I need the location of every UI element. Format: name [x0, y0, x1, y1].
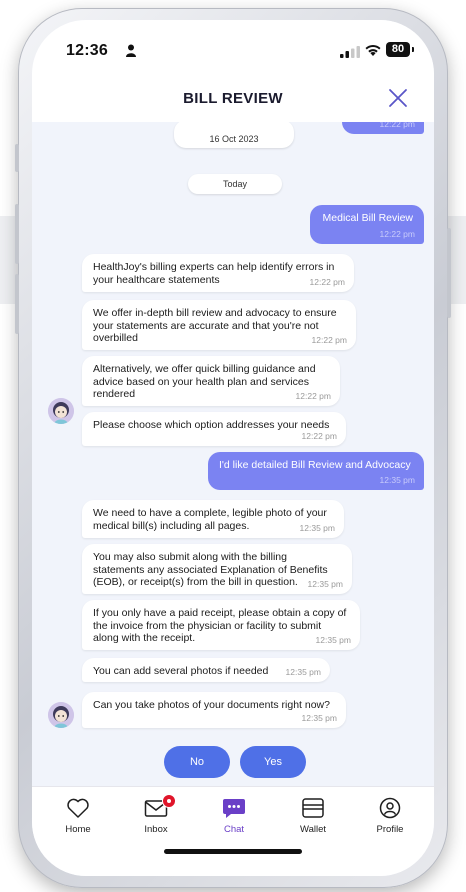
message-time: 12:35 pm [285, 666, 321, 677]
notification-badge [162, 794, 176, 808]
message-time: 12:35 pm [315, 634, 351, 645]
bottom-nav: Home Inbox Chat Wallet Profile [32, 786, 434, 876]
nav-item-profile[interactable]: Profile [355, 797, 425, 835]
nav-item-inbox[interactable]: Inbox [121, 794, 191, 835]
message-text: You can add several photos if needed [93, 665, 269, 677]
message-time: 12:22 pm [379, 122, 415, 129]
heart-icon [67, 798, 89, 818]
yes-button[interactable]: Yes [240, 746, 306, 778]
message-incoming: We need to have a complete, legible phot… [82, 500, 344, 538]
nav-item-chat[interactable]: Chat [199, 797, 269, 835]
message-time: 12:35 pm [301, 712, 337, 723]
message-time: 12:35 pm [379, 474, 415, 485]
message-time: 12:22 pm [309, 276, 345, 287]
volume-up-button [15, 204, 19, 264]
message-incoming: Please choose which option addresses you… [82, 412, 346, 446]
message-incoming: If you only have a paid receipt, please … [82, 600, 360, 650]
message-incoming: HealthJoy's billing experts can help ide… [82, 254, 354, 292]
nav-item-home[interactable]: Home [43, 797, 113, 835]
message-incoming: We offer in-depth bill review and advoca… [82, 300, 356, 350]
message-time: 12:35 pm [307, 578, 343, 589]
message-text: Please choose which option addresses you… [93, 419, 330, 431]
message-time: 12:22 pm [311, 334, 347, 345]
message-text: Can you take photos of your documents ri… [93, 699, 330, 711]
message-partial-outgoing: 12:22 pm [342, 122, 424, 134]
wallet-icon [302, 798, 324, 818]
message-time: 12:22 pm [295, 390, 331, 401]
power-button [447, 228, 451, 318]
chat-icon [223, 799, 245, 818]
bot-avatar [48, 702, 74, 728]
assistant-avatar-icon [48, 398, 74, 424]
message-text: Alternatively, we offer quick billing gu… [93, 363, 316, 400]
date-separator: 16 Oct 2023 [174, 122, 294, 148]
message-text: I'd like detailed Bill Review and Advoca… [219, 459, 411, 471]
clock: 12:36 [66, 42, 108, 59]
app-screen: 12:36 80 BILL REVIEW 12:22 pm 16 Oct 202… [32, 20, 434, 876]
chat-thread[interactable]: 12:22 pm 16 Oct 2023 Today Medical Bill … [32, 122, 434, 786]
page-title: BILL REVIEW [183, 90, 283, 107]
person-icon [126, 44, 136, 57]
message-time: 12:22 pm [379, 228, 415, 239]
message-outgoing: Medical Bill Review 12:22 pm [310, 205, 424, 244]
message-incoming: You can add several photos if needed 12:… [82, 658, 330, 682]
nav-label: Home [65, 824, 91, 835]
battery-icon: 80 [386, 42, 414, 57]
message-incoming: Alternatively, we offer quick billing gu… [82, 356, 340, 406]
assistant-avatar-icon [48, 702, 74, 728]
bot-avatar [48, 398, 74, 424]
profile-icon [379, 797, 401, 819]
wifi-icon [365, 44, 381, 56]
status-bar: 12:36 80 [32, 20, 434, 78]
signal-icon [340, 46, 360, 58]
message-text: We need to have a complete, legible phot… [93, 507, 327, 532]
message-incoming: Can you take photos of your documents ri… [82, 692, 346, 728]
nav-label: Profile [376, 824, 404, 835]
message-text: We offer in-depth bill review and advoca… [93, 307, 337, 344]
nav-label: Chat [223, 824, 245, 835]
message-text: Medical Bill Review [322, 212, 413, 224]
message-text: HealthJoy's billing experts can help ide… [93, 261, 335, 286]
date-separator-today: Today [188, 174, 282, 194]
message-text: You may also submit along with the billi… [93, 551, 328, 588]
volume-down-button [15, 274, 19, 334]
message-text: If you only have a paid receipt, please … [93, 607, 347, 644]
home-indicator[interactable] [164, 849, 302, 854]
message-incoming: You may also submit along with the billi… [82, 544, 352, 594]
message-time: 12:35 pm [299, 522, 335, 533]
nav-label: Inbox [144, 824, 168, 835]
mute-switch [15, 144, 19, 172]
nav-item-wallet[interactable]: Wallet [278, 797, 348, 835]
message-outgoing: I'd like detailed Bill Review and Advoca… [208, 452, 424, 490]
nav-label: Wallet [299, 824, 327, 835]
no-button[interactable]: No [164, 746, 230, 778]
message-time: 12:22 pm [301, 430, 337, 441]
close-icon[interactable] [386, 86, 410, 110]
header: BILL REVIEW [32, 78, 434, 122]
